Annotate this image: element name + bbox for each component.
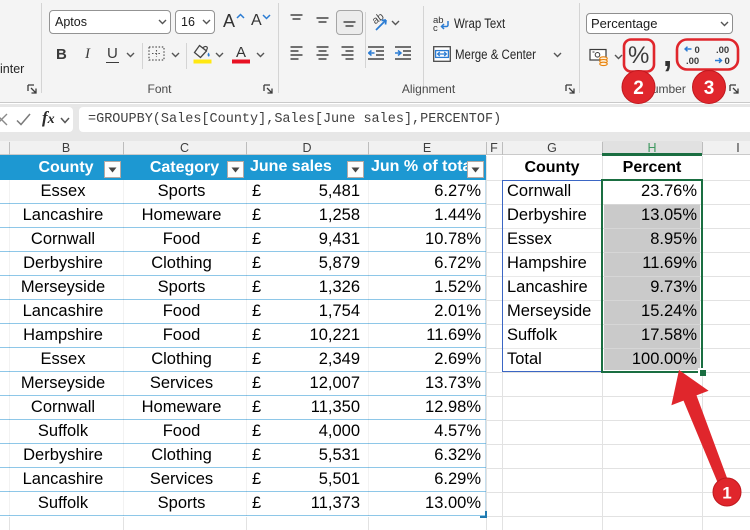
- svg-text:1: 1: [722, 484, 731, 503]
- svg-text:2: 2: [633, 78, 644, 99]
- svg-text:3: 3: [704, 78, 715, 99]
